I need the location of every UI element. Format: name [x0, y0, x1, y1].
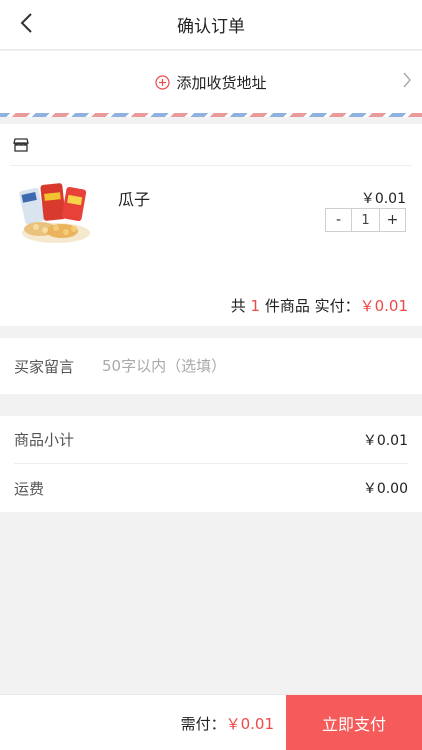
quantity-stepper: - 1 +: [325, 208, 406, 232]
subtotal-label: 商品小计: [14, 431, 75, 449]
product-price: ￥0.01: [360, 191, 406, 207]
remark-label: 买家留言: [14, 357, 75, 376]
subtotal-value: ￥0.01: [362, 432, 408, 449]
amount-due-value: ￥0.01: [225, 715, 274, 733]
page-title: 确认订单: [177, 17, 245, 37]
back-button[interactable]: [10, 8, 44, 42]
increase-button[interactable]: +: [380, 209, 405, 231]
shop-header: [10, 124, 412, 166]
chevron-left-icon: [19, 12, 35, 38]
order-summary: 共 1 件商品 实付：￥0.01: [231, 295, 408, 316]
product-image[interactable]: [18, 179, 94, 247]
add-address-label: 添加收货地址: [176, 73, 267, 92]
summary-amount: ￥0.01: [359, 297, 408, 315]
summary-prefix: 共: [230, 297, 246, 315]
product-item: 瓜子 ￥0.01 - 1 +: [0, 167, 422, 257]
checkout-bar: 需付：￥0.01 立即支付: [0, 694, 422, 750]
subtotal-row: 商品小计 ￥0.01: [14, 416, 408, 464]
quantity-value[interactable]: 1: [351, 209, 380, 231]
decrease-button[interactable]: -: [326, 209, 351, 231]
nav-bar: 确认订单: [0, 0, 422, 50]
totals-section: 商品小计 ￥0.01 运费 ￥0.00: [0, 416, 422, 512]
shop-section: 瓜子 ￥0.01 - 1 + 共 1 件商品 实付：￥0.01: [0, 124, 422, 326]
store-icon: [12, 137, 30, 153]
shipping-label: 运费: [14, 479, 45, 498]
add-address-row[interactable]: 添加收货地址: [0, 51, 422, 113]
amount-due: 需付：￥0.01: [181, 713, 274, 734]
shipping-row: 运费 ￥0.00: [14, 464, 408, 512]
amount-due-label: 需付：: [180, 715, 226, 733]
pay-now-button[interactable]: 立即支付: [286, 695, 422, 750]
shipping-value: ￥0.00: [362, 481, 408, 497]
envelope-stripe-divider: [0, 113, 422, 117]
product-name[interactable]: 瓜子: [118, 186, 150, 210]
summary-count: 1: [250, 297, 261, 315]
remark-input[interactable]: [102, 357, 402, 375]
buyer-remark-row: 买家留言: [0, 338, 422, 394]
summary-middle: 件商品 实付：: [264, 297, 360, 315]
chevron-right-icon: [402, 71, 412, 89]
plus-circle-icon: [155, 74, 171, 90]
